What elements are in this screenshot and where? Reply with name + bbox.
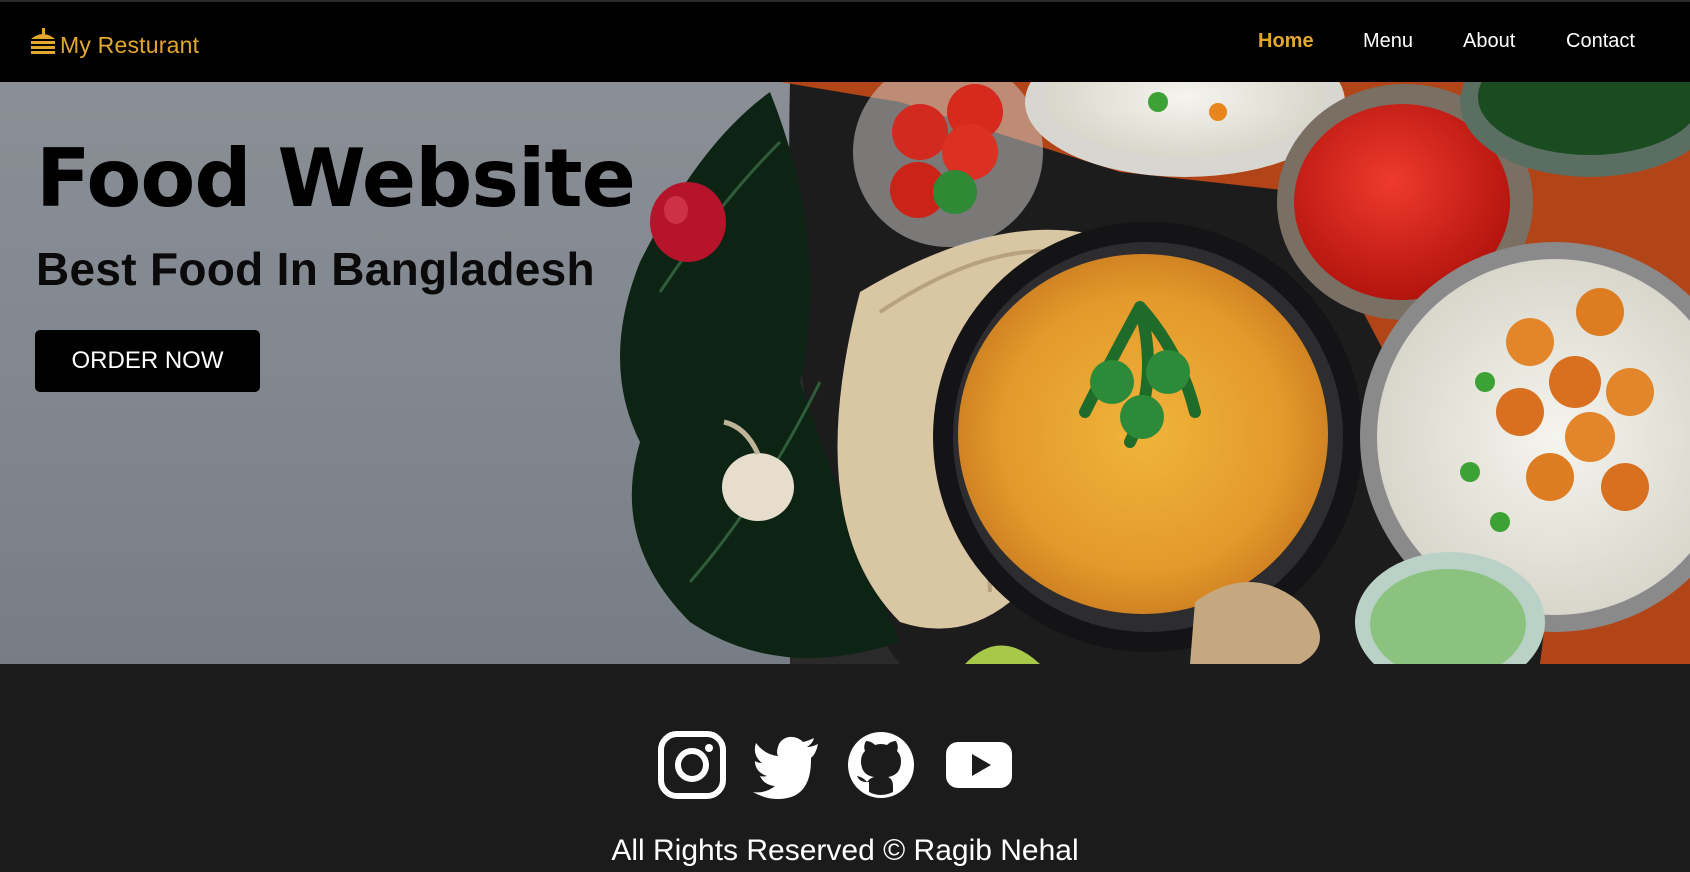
order-now-button[interactable]: ORDER NOW [35,330,260,392]
nav-contact[interactable]: Contact [1566,30,1635,53]
nav-about[interactable]: About [1463,30,1515,53]
burger-icon [31,28,55,54]
social-links [0,730,1690,800]
youtube-icon[interactable] [944,730,1014,800]
brand-name: My Resturant [60,31,200,58]
navbar: My Resturant Home Menu About Contact [0,0,1690,82]
brand-logo[interactable]: My Resturant [28,24,199,60]
hero-banner: Food Website Best Food In Bangladesh ORD… [0,82,1690,664]
github-icon[interactable] [846,730,916,800]
hero-title: Food Website [36,132,636,225]
copyright-text: All Rights Reserved © Ragib Nehal [611,834,1079,867]
twitter-icon[interactable] [752,730,822,800]
nav-home[interactable]: Home [1258,30,1314,53]
footer: All Rights Reserved © Ragib Nehal [0,664,1690,872]
instagram-icon[interactable] [657,730,727,800]
hero-subtitle: Best Food In Bangladesh [36,243,595,295]
nav-menu[interactable]: Menu [1363,30,1413,53]
